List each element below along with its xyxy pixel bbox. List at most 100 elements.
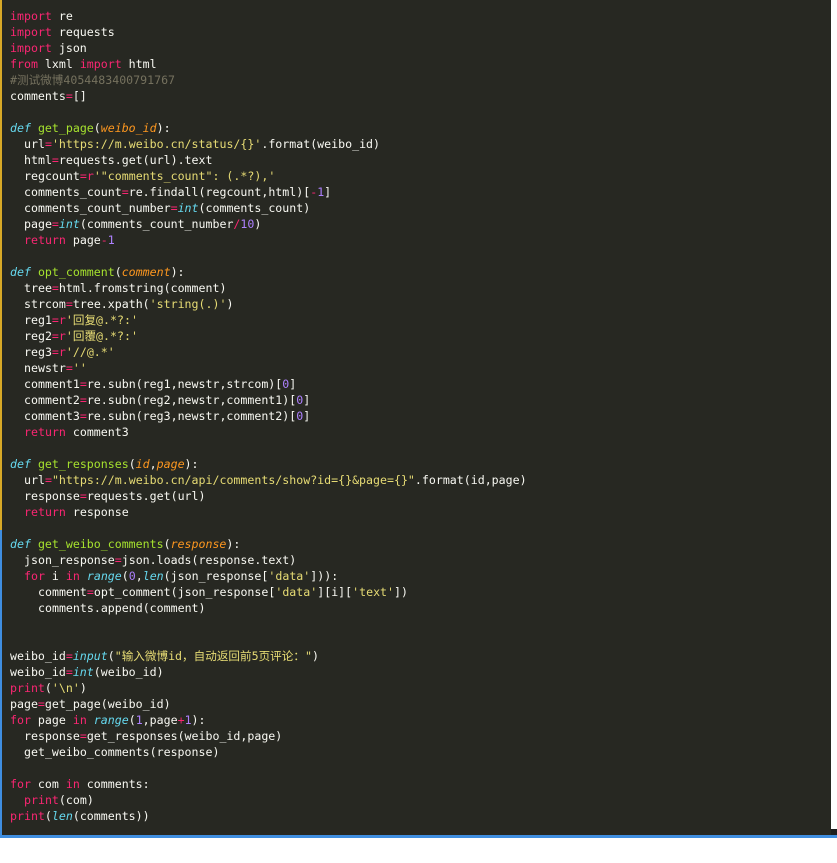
code-token: 1 [184, 713, 192, 727]
code-token: - [100, 233, 108, 247]
code-token: comments_count [24, 185, 122, 199]
code-token: html [121, 57, 157, 71]
code-line: json_response=json.loads(response.text) [10, 552, 527, 568]
code-token: comments: [79, 777, 150, 791]
code-line: reg3=r'//@.*' [10, 344, 527, 360]
code-token: r [58, 345, 66, 359]
code-token: get_page [37, 121, 94, 135]
code-block: import re import requests import json from … [10, 8, 527, 824]
code-token: ): [191, 713, 206, 727]
code-token: in [65, 777, 80, 791]
code-token: ): [184, 457, 199, 471]
code-token: (json_response[ [163, 569, 269, 583]
code-token: r [58, 329, 66, 343]
code-token: [] [72, 89, 87, 103]
code-token: com [30, 777, 66, 791]
code-editor[interactable]: import re import requests import json from … [0, 0, 831, 837]
code-token: newstr [24, 361, 66, 375]
code-line: return response [10, 504, 527, 520]
code-line: print('\n') [10, 680, 527, 696]
code-token: = [44, 473, 52, 487]
code-token: = [170, 201, 178, 215]
gutter-accent-yellow [0, 0, 2, 530]
gutter-accent-blue [0, 530, 2, 837]
code-token: = [79, 377, 87, 391]
code-line: for page in range(1,page+1): [10, 712, 527, 728]
code-token: ] [324, 185, 332, 199]
code-token: '' [72, 361, 87, 375]
scrollbar-track[interactable] [831, 0, 837, 835]
code-line: comment=opt_comment(json_response['data'… [10, 584, 527, 600]
code-token: html.fromstring(comment) [58, 281, 227, 295]
code-token: r [58, 313, 66, 327]
code-token: 'string(.)' [149, 297, 227, 311]
code-line: newstr='' [10, 360, 527, 376]
code-token: weibo_id [10, 649, 66, 663]
code-token: 10 [240, 217, 255, 231]
code-line: strcom=tree.xpath('string(.)') [10, 296, 527, 312]
code-token: = [79, 393, 87, 407]
code-token: '回覆@.*?:' [65, 329, 138, 343]
code-token: range [86, 569, 122, 583]
code-token: page [156, 457, 185, 471]
code-token: 'data' [268, 569, 311, 583]
code-token: in [72, 713, 87, 727]
code-token: tree.xpath( [72, 297, 150, 311]
code-token: int [177, 201, 199, 215]
code-token: strcom [24, 297, 66, 311]
code-token: = [51, 329, 59, 343]
code-token: json_response [24, 553, 115, 567]
code-line: regcount=r'"comments_count": (.*?),' [10, 168, 527, 184]
code-token: get_responses [37, 457, 129, 471]
code-token: response [170, 537, 227, 551]
code-token: url [24, 473, 45, 487]
code-line: return comment3 [10, 424, 527, 440]
code-token: regcount [24, 169, 80, 183]
code-token: (com) [58, 793, 94, 807]
code-token: 1 [135, 713, 143, 727]
code-token: = [37, 697, 45, 711]
code-token: ( [128, 713, 136, 727]
code-line: import re [10, 8, 527, 24]
code-token: comment2 [24, 393, 80, 407]
code-line: html=requests.get(url).text [10, 152, 527, 168]
code-line: print(com) [10, 792, 527, 808]
code-token: comment3 [65, 425, 129, 439]
code-token: json [51, 41, 87, 55]
code-line: import json [10, 40, 527, 56]
code-token: (comments_count_number [79, 217, 234, 231]
code-line: def get_weibo_comments(response): [10, 536, 527, 552]
code-token: page [24, 217, 52, 231]
code-token: def [10, 457, 31, 471]
code-token: def [10, 537, 31, 551]
code-token: comments [10, 89, 66, 103]
code-token: ) [311, 649, 319, 663]
code-token: def [10, 265, 31, 279]
code-line: def get_responses(id,page): [10, 456, 527, 472]
code-token: = [65, 649, 73, 663]
code-token: reg3 [24, 345, 52, 359]
code-line: comments_count_number=int(comments_count… [10, 200, 527, 216]
code-token: url [24, 137, 45, 151]
code-token: ): [226, 537, 241, 551]
code-line: #测试微博4054483400791767 [10, 72, 527, 88]
code-token: '\n' [51, 681, 80, 695]
code-token: response [24, 729, 80, 743]
code-token: int [72, 665, 94, 679]
code-token: 0 [128, 569, 136, 583]
code-token: from [10, 57, 38, 71]
code-line: comment2=re.subn(reg2,newstr,comment1)[0… [10, 392, 527, 408]
code-token: import [10, 25, 52, 39]
code-token: = [121, 185, 129, 199]
code-token: opt_comment [37, 265, 115, 279]
code-token: i [44, 569, 66, 583]
code-token: .format(id,page) [414, 473, 527, 487]
code-token: ( [107, 649, 115, 663]
